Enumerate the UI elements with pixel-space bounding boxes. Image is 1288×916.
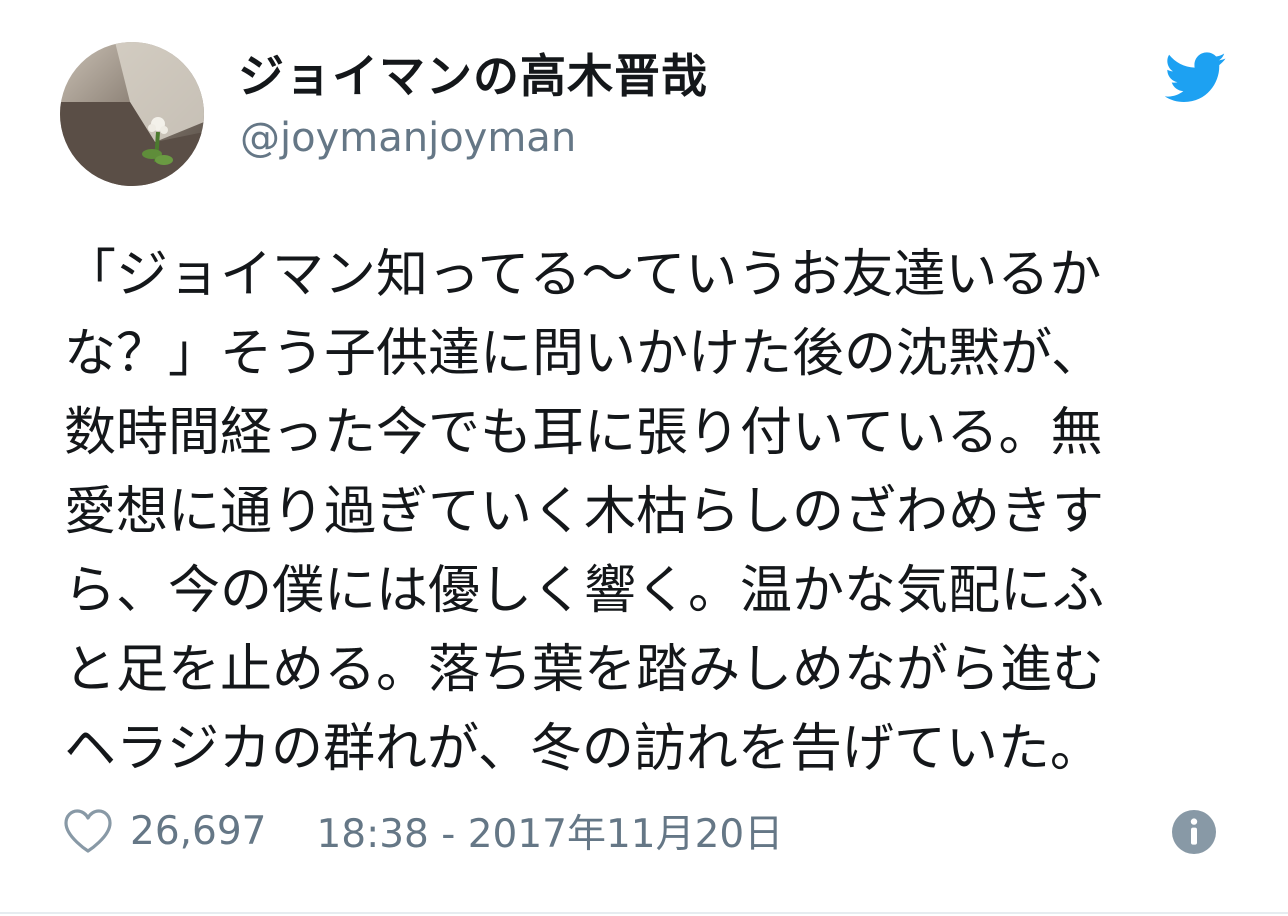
tweet-footer: 26,697 18:38 - 2017年11月20日 bbox=[62, 803, 783, 859]
tweet-line: な？」そう子供達に問いかけた後の沈黙が、 bbox=[64, 324, 1103, 384]
avatar[interactable] bbox=[60, 42, 204, 186]
tweet-line: 愛想に通り過ぎていく木枯らしのざわめきす bbox=[64, 482, 1105, 542]
twitter-bird-icon[interactable] bbox=[1164, 52, 1227, 104]
tweet-line: 数時間経った今でも耳に張り付いている。無 bbox=[64, 403, 1103, 463]
tweet-line: と足を止める。落ち葉を踏みしめながら進む bbox=[64, 640, 1105, 700]
user-handle[interactable]: @joymanjoyman bbox=[240, 115, 576, 161]
heart-icon[interactable] bbox=[62, 807, 114, 855]
tweet-line: ヘラジカの群れが、冬の訪れを告げていた。 bbox=[64, 719, 1102, 779]
like-count: 26,697 bbox=[130, 808, 267, 854]
display-name[interactable]: ジョイマンの高木晋哉 bbox=[238, 40, 708, 106]
tweet-timestamp[interactable]: 18:38 - 2017年11月20日 bbox=[316, 803, 783, 859]
tweet-card: ジョイマンの高木晋哉 @joymanjoyman 「ジョイマン知ってる～ていうお… bbox=[0, 0, 1288, 916]
tweet-line: ら、今の僕には優しく響く。温かな気配にふ bbox=[64, 561, 1105, 621]
info-icon[interactable] bbox=[1170, 808, 1218, 856]
tweet-line: 「ジョイマン知ってる～ていうお友達いるか bbox=[64, 245, 1102, 305]
avatar-photo-icon bbox=[60, 42, 204, 186]
divider bbox=[0, 912, 1288, 914]
tweet-text: 「ジョイマン知ってる～ていうお友達いるか な？」そう子供達に問いかけた後の沈黙が… bbox=[64, 236, 1224, 789]
